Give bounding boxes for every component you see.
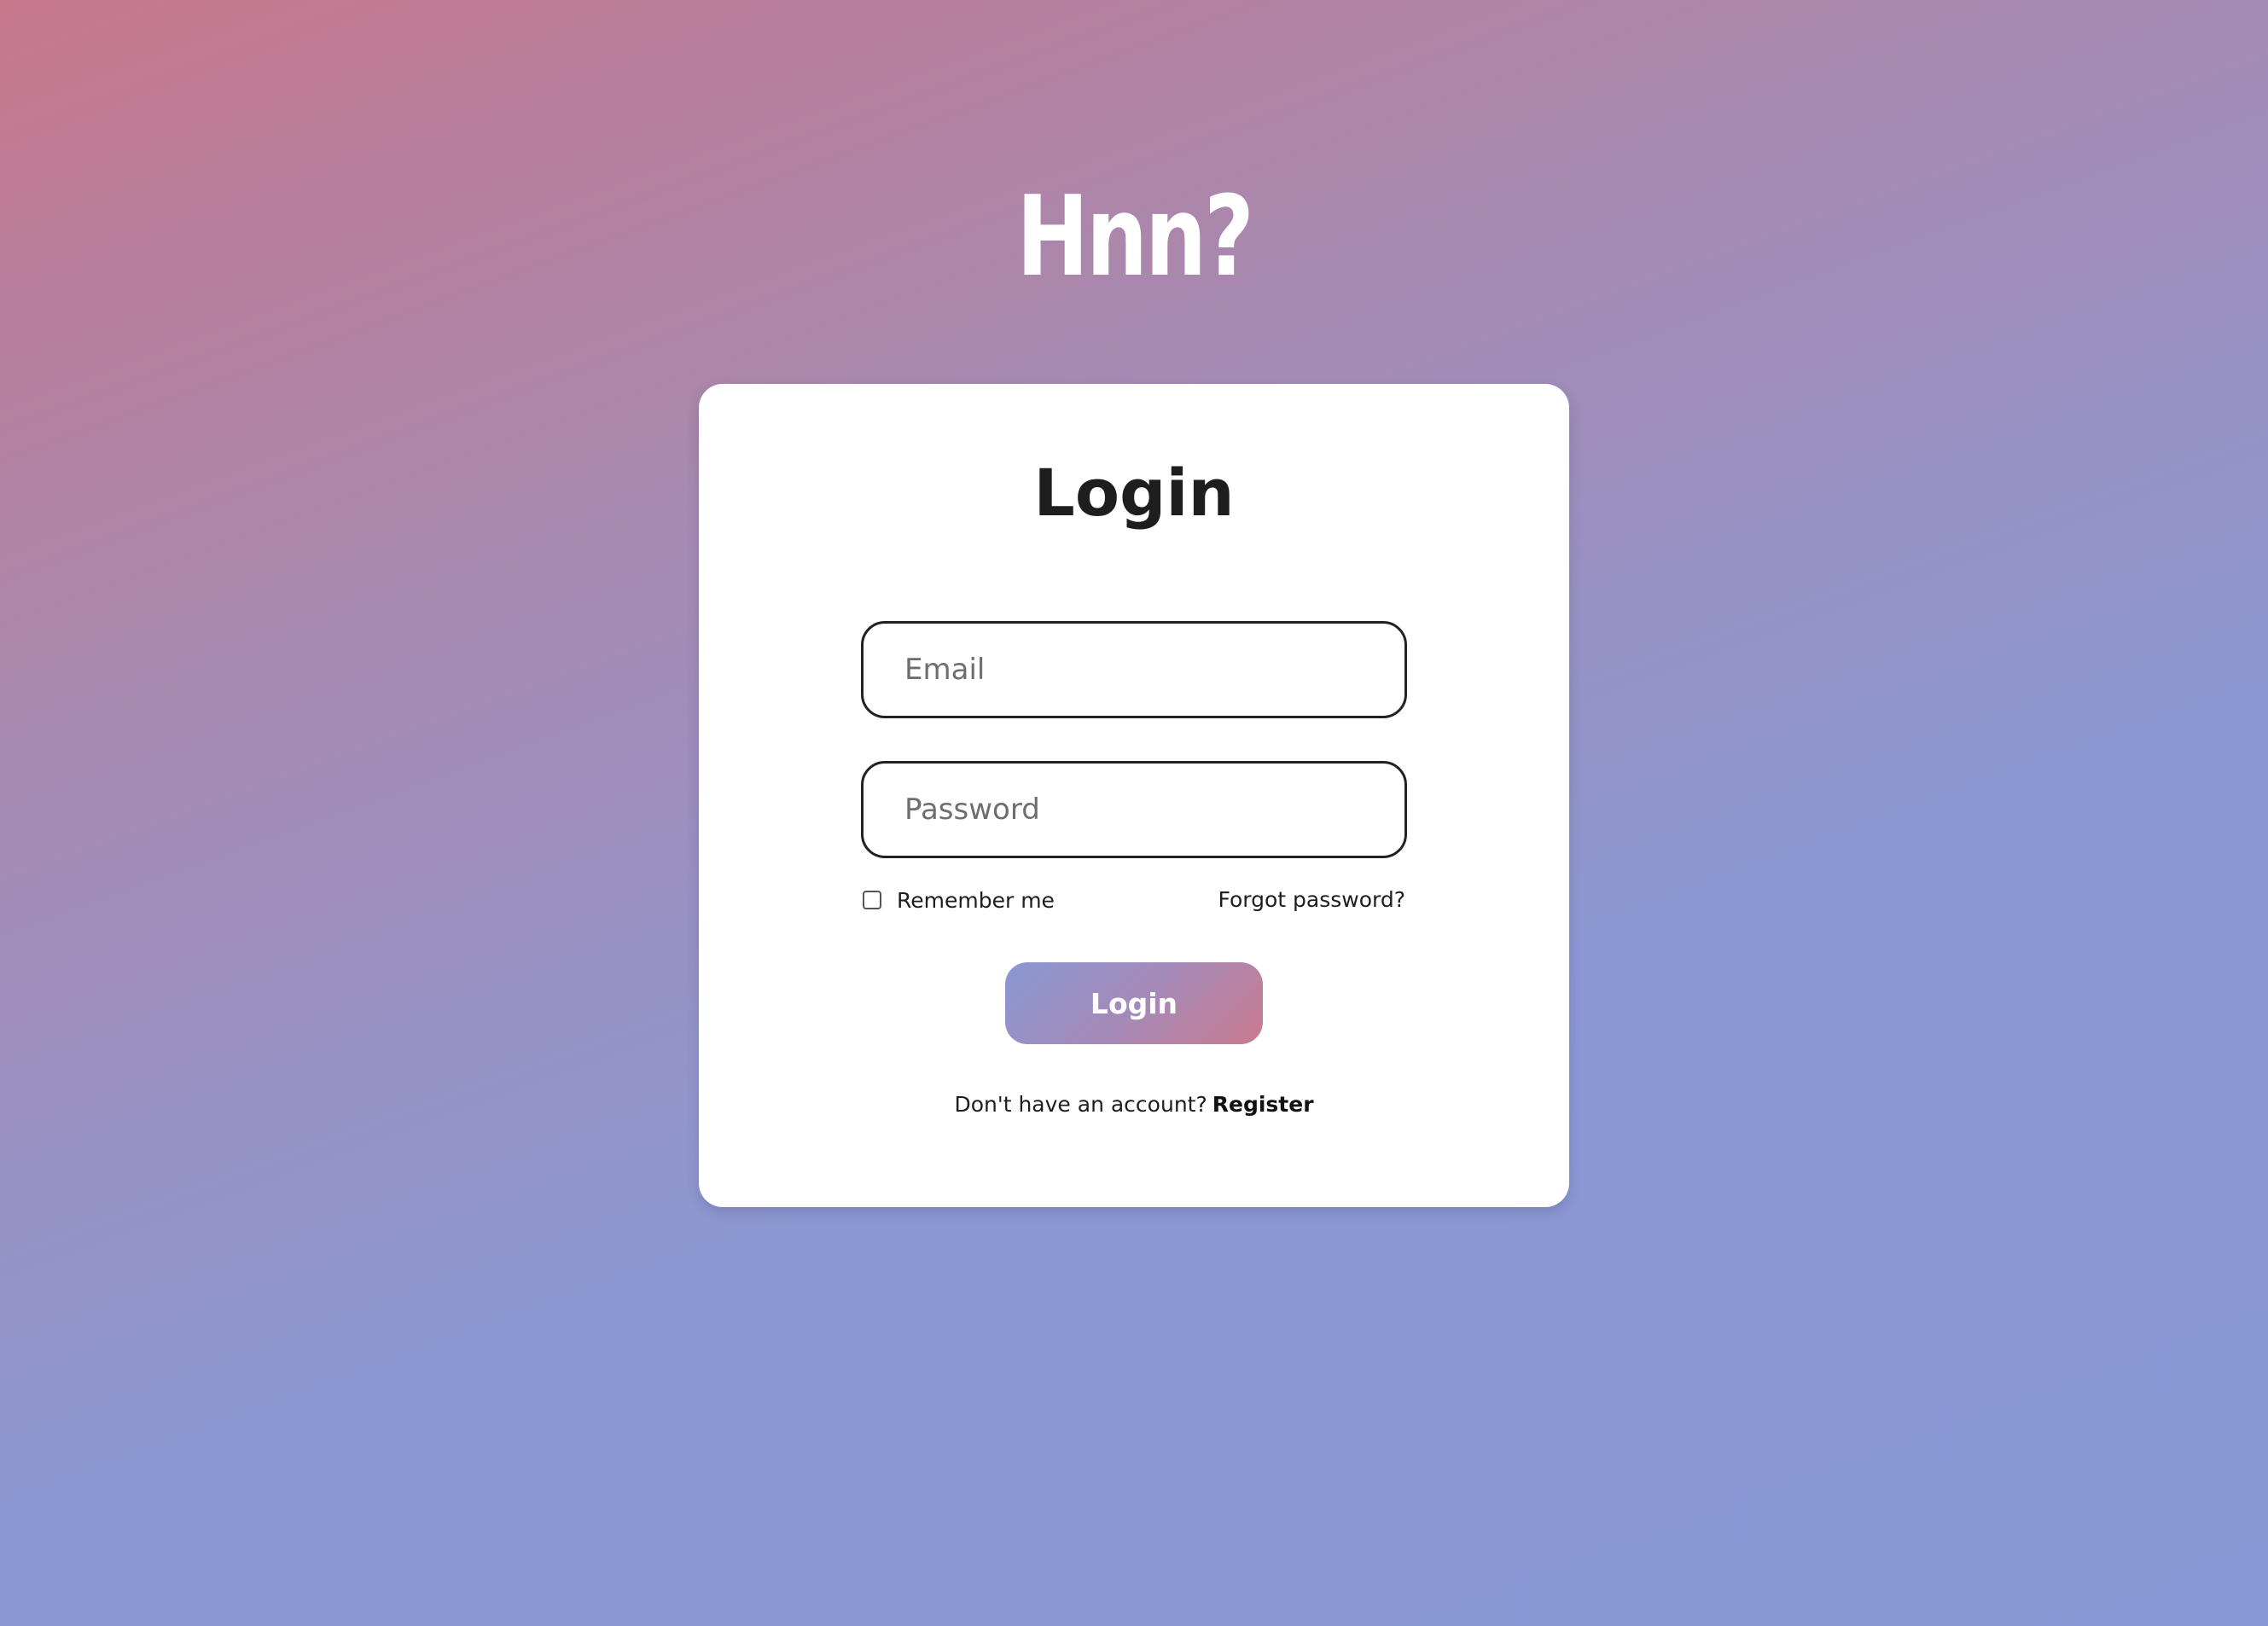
login-button[interactable]: Login [1005,962,1263,1044]
remember-me-checkbox[interactable] [863,891,881,909]
register-prompt: Don't have an account? Register [0,1092,2268,1117]
register-prompt-text: Don't have an account? [954,1092,1207,1117]
email-field[interactable] [861,621,1407,718]
password-field[interactable] [861,761,1407,858]
remember-me-toggle[interactable]: Remember me [863,887,1055,913]
forgot-password-link[interactable]: Forgot password? [1218,887,1406,913]
register-link[interactable]: Register [1213,1092,1314,1117]
brand-logo: Hnn? [1016,171,1254,301]
remember-me-label: Remember me [897,887,1055,913]
login-title: Login [1033,455,1235,531]
